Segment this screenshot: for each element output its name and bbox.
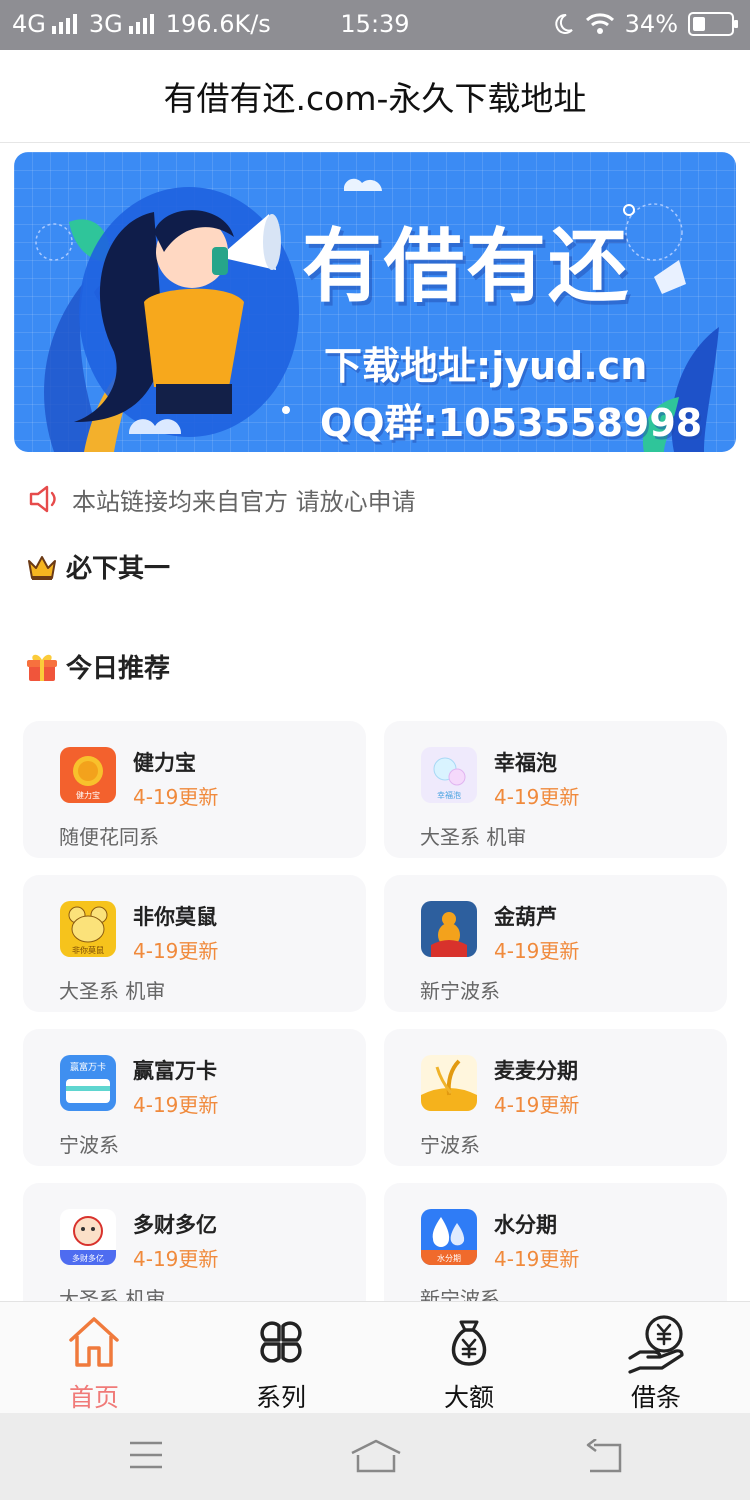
app-card[interactable]: 水分期 水分期 4-19更新 新宁波系: [384, 1183, 727, 1301]
app-grid: 健力宝 健力宝 4-19更新 随便花同系 幸福泡 幸福泡 4-19更新 大圣系 …: [23, 721, 728, 1301]
banner-qq-group: QQ群:1053558998: [320, 401, 703, 445]
bottom-tab-bar: 首页 系列 大额 借条: [0, 1301, 750, 1413]
status-bar: 4G 3G 196.6K/s 15:39 34%: [0, 0, 750, 50]
app-name: 水分期: [494, 1213, 557, 1237]
app-update: 4-19更新: [133, 939, 219, 963]
tab-large-amount[interactable]: 大额: [375, 1302, 563, 1414]
app-update: 4-19更新: [133, 1247, 219, 1271]
banner-title: 有借有还: [302, 220, 630, 313]
app-system: 大圣系 机审: [59, 979, 166, 1003]
app-update: 4-19更新: [494, 785, 580, 809]
system-indicators: 34%: [551, 10, 738, 38]
back-icon[interactable]: [584, 1439, 624, 1475]
tab-label: 大额: [443, 1383, 494, 1412]
system-nav-bar: [0, 1413, 750, 1500]
app-name: 麦麦分期: [494, 1059, 578, 1083]
svg-text:非你莫鼠: 非你莫鼠: [72, 945, 104, 955]
app-card[interactable]: 麦麦分期 4-19更新 宁波系: [384, 1029, 727, 1166]
notice-text: 本站链接均来自官方 请放心申请: [72, 487, 416, 516]
crown-icon: [28, 555, 56, 580]
money-bag-icon: [451, 1320, 487, 1366]
battery-fill: [693, 17, 705, 31]
battery-percent: 34%: [624, 10, 678, 38]
app-update: 4-19更新: [494, 939, 580, 963]
yingfuwanka-app-icon: 赢富万卡: [60, 1055, 116, 1111]
app-system: 新宁波系: [420, 979, 500, 1003]
battery-icon: [688, 12, 738, 36]
tab-label: 首页: [68, 1383, 119, 1412]
jianlibao-app-icon: 健力宝: [60, 747, 116, 803]
app-update: 4-19更新: [494, 1093, 580, 1117]
app-name: 金葫芦: [494, 905, 557, 929]
tab-iou[interactable]: 借条: [562, 1302, 750, 1414]
app-name: 多财多亿: [133, 1213, 217, 1237]
app-system: 随便花同系: [59, 825, 159, 849]
app-card[interactable]: 健力宝 健力宝 4-19更新 随便花同系: [23, 721, 366, 858]
app-system: 大圣系 机审: [420, 825, 527, 849]
xingfupao-app-icon: 幸福泡: [421, 747, 477, 803]
app-system: 大圣系 机审: [59, 1287, 166, 1301]
gift-icon: [27, 654, 57, 681]
svg-text:健力宝: 健力宝: [76, 790, 100, 800]
app-system: 宁波系: [420, 1133, 480, 1157]
home-icon: [69, 1317, 119, 1367]
section-today-recommend: 今日推荐: [26, 648, 170, 685]
duocaiduoyi-app-icon: 多财多亿: [60, 1209, 116, 1265]
app-card[interactable]: 多财多亿 多财多亿 4-19更新 大圣系 机审: [23, 1183, 366, 1301]
app-system: 新宁波系: [420, 1287, 500, 1301]
svg-text:水分期: 水分期: [437, 1253, 461, 1263]
app-update: 4-19更新: [494, 1247, 580, 1271]
wifi-icon: [585, 13, 614, 34]
menu-icon[interactable]: [128, 1439, 164, 1471]
promo-banner[interactable]: 有借有还 下载地址:jyud.cn QQ群:1053558998: [14, 152, 736, 452]
home-nav-icon[interactable]: [350, 1439, 402, 1475]
tab-home[interactable]: 首页: [0, 1302, 188, 1414]
app-name: 赢富万卡: [133, 1059, 217, 1083]
section-must-download: 必下其一: [26, 548, 170, 585]
banner-download-url: 下载地址:jyud.cn: [324, 344, 648, 388]
svg-text:幸福泡: 幸福泡: [437, 790, 461, 800]
section-title: 今日推荐: [66, 654, 171, 684]
grid-icon: [260, 1321, 302, 1363]
app-name: 健力宝: [133, 751, 196, 775]
tab-label: 借条: [630, 1383, 681, 1412]
app-card[interactable]: 赢富万卡 赢富万卡 4-19更新 宁波系: [23, 1029, 366, 1166]
app-card[interactable]: 非你莫鼠 非你莫鼠 4-19更新 大圣系 机审: [23, 875, 366, 1012]
app-card[interactable]: 幸福泡 幸福泡 4-19更新 大圣系 机审: [384, 721, 727, 858]
feinimoshu-app-icon: 非你莫鼠: [60, 901, 116, 957]
app-update: 4-19更新: [133, 785, 219, 809]
app-system: 宁波系: [59, 1133, 119, 1157]
speaker-icon: [29, 485, 56, 513]
notice-bar: 本站链接均来自官方 请放心申请: [28, 480, 416, 518]
app-name: 幸福泡: [494, 751, 557, 775]
app-name: 非你莫鼠: [133, 905, 217, 929]
jinhulu-app-icon: [421, 901, 477, 957]
shuifenqi-app-icon: 水分期: [421, 1209, 477, 1265]
app-card[interactable]: 金葫芦 4-19更新 新宁波系: [384, 875, 727, 1012]
page-title: 有借有还.com-永久下载地址: [0, 50, 750, 143]
section-title: 必下其一: [66, 554, 171, 584]
svg-text:多财多亿: 多财多亿: [72, 1253, 104, 1263]
app-update: 4-19更新: [133, 1093, 219, 1117]
svg-text:赢富万卡: 赢富万卡: [70, 1061, 106, 1073]
tab-series[interactable]: 系列: [187, 1302, 375, 1414]
maimaifenqi-app-icon: [421, 1055, 477, 1111]
moon-icon: [554, 13, 573, 34]
hand-coin-icon: [628, 1315, 684, 1374]
tab-label: 系列: [255, 1383, 306, 1412]
